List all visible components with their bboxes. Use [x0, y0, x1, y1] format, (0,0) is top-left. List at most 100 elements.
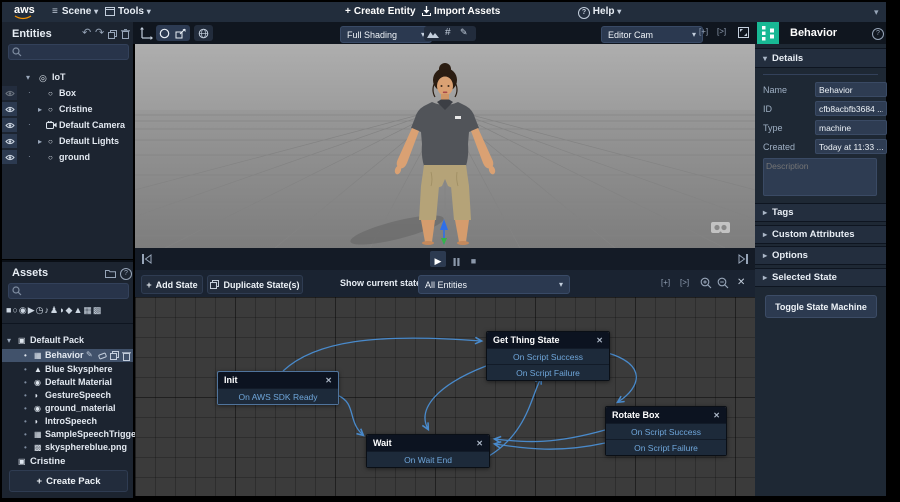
- frame-selection-icon[interactable]: [+]: [699, 27, 708, 36]
- asset-row[interactable]: • ▲ Blue Skysphere: [2, 363, 133, 376]
- state-node-wait[interactable]: Wait ✕ On Wait End: [366, 434, 490, 468]
- skysphere-toggle-icon[interactable]: [427, 30, 439, 38]
- visibility-eye-toggle[interactable]: [2, 134, 17, 148]
- close-statemachine-icon[interactable]: ✕: [737, 277, 745, 288]
- transition-label[interactable]: On Script Failure: [606, 439, 726, 455]
- scale-tool-icon[interactable]: [175, 28, 186, 39]
- filter-material-icon[interactable]: ◉: [19, 305, 28, 315]
- entity-row-box[interactable]: · ○ Box: [2, 86, 133, 101]
- filter-script-icon[interactable]: ▶: [28, 305, 36, 315]
- redo-icon[interactable]: ↷: [95, 28, 104, 39]
- transition-label[interactable]: On AWS SDK Ready: [218, 388, 338, 404]
- undo-icon[interactable]: ↶: [82, 28, 91, 39]
- filter-texture-icon[interactable]: ▩: [93, 305, 103, 315]
- tools-menu[interactable]: Tools ▾: [105, 6, 151, 17]
- edit-pencil-icon[interactable]: ✎: [86, 350, 93, 359]
- assets-search-input[interactable]: [25, 284, 130, 300]
- entity-row-cristine[interactable]: ▸ ○ Cristine: [2, 102, 133, 117]
- duplicate-icon[interactable]: [108, 30, 117, 39]
- options-section-header[interactable]: ▸ Options: [755, 246, 886, 265]
- created-field[interactable]: [815, 139, 887, 154]
- duplicate-states-button[interactable]: Duplicate State(s): [207, 275, 303, 294]
- world-space-toggle[interactable]: [194, 25, 213, 41]
- eraser-icon[interactable]: [98, 352, 107, 360]
- asset-row[interactable]: • ◗ GestureSpeech: [2, 389, 133, 402]
- dock-right-icon[interactable]: [737, 253, 749, 265]
- filter-skysphere-icon[interactable]: ▲: [73, 305, 83, 315]
- filter-statemachine-icon[interactable]: ▦: [83, 305, 93, 315]
- zoom-in-icon[interactable]: [700, 277, 712, 289]
- create-entity-button[interactable]: + Create Entity: [345, 6, 416, 17]
- id-field[interactable]: [815, 101, 887, 116]
- state-node-rotate-box[interactable]: Rotate Box ✕ On Script Success On Script …: [605, 406, 727, 456]
- asset-row[interactable]: • ◉ Default Material: [2, 376, 133, 389]
- topbar-right-caret[interactable]: ▾: [874, 7, 879, 18]
- posteffects-toggle-icon[interactable]: ✎: [460, 27, 468, 38]
- custom-attributes-section-header[interactable]: ▸ Custom Attributes: [755, 225, 886, 244]
- asset-row[interactable]: • ▩ skysphereblue.png: [2, 441, 133, 454]
- filter-rig-icon[interactable]: ♟: [50, 305, 59, 315]
- fullscreen-icon[interactable]: [737, 26, 750, 39]
- description-field[interactable]: [763, 158, 877, 196]
- duplicate-icon[interactable]: [110, 351, 119, 360]
- expand-caret-icon[interactable]: ▸: [38, 137, 42, 146]
- expand-caret-icon[interactable]: ▾: [26, 73, 30, 82]
- asset-row[interactable]: • ◉ ground_material: [2, 402, 133, 415]
- folder-icon[interactable]: [105, 269, 116, 278]
- transition-label[interactable]: On Script Failure: [487, 364, 609, 380]
- stop-button[interactable]: ■: [466, 251, 481, 267]
- asset-pack-row-cristine[interactable]: ▣ Cristine: [2, 455, 133, 468]
- entity-row-iot[interactable]: ▾ ◎ IoT: [2, 70, 133, 85]
- frame-all-icon[interactable]: [+]: [661, 278, 670, 287]
- frame-selected-icon[interactable]: [>]: [680, 278, 689, 287]
- tags-section-header[interactable]: ▸ Tags: [755, 203, 886, 222]
- transition-label[interactable]: On Wait End: [367, 451, 489, 467]
- camera-dropdown[interactable]: Editor Cam ▾: [601, 26, 703, 43]
- entity-row-ground[interactable]: · ○ ground: [2, 150, 133, 165]
- toggle-state-machine-button[interactable]: Toggle State Machine: [765, 295, 877, 318]
- help-menu[interactable]: ? Help ▾: [578, 6, 621, 19]
- filter-animation-icon[interactable]: ◷: [36, 305, 45, 315]
- dock-left-icon[interactable]: [141, 253, 153, 265]
- frame-next-icon[interactable]: [>]: [717, 27, 726, 36]
- close-icon[interactable]: ✕: [713, 411, 720, 420]
- entity-row-default-camera[interactable]: · Default Camera: [2, 118, 133, 133]
- details-section-header[interactable]: ▾ Details: [755, 48, 886, 68]
- translate-tool-icon[interactable]: [140, 27, 153, 40]
- inspector-help-icon[interactable]: ?: [872, 28, 884, 40]
- visibility-eye-toggle[interactable]: [2, 118, 17, 132]
- state-machine-canvas[interactable]: Init ✕ On AWS SDK Ready Get Thing State ✕ …: [135, 297, 755, 496]
- selected-state-section-header[interactable]: ▸ Selected State: [755, 268, 886, 287]
- scene-menu[interactable]: ≡ Scene ▾: [52, 6, 98, 17]
- visibility-eye-toggle[interactable]: [2, 150, 17, 164]
- visibility-eye-toggle[interactable]: [2, 102, 17, 116]
- play-button[interactable]: ▶: [430, 251, 446, 267]
- create-pack-button[interactable]: + Create Pack: [9, 470, 128, 492]
- asset-row[interactable]: • ▦ SampleSpeechTrigger: [2, 428, 140, 441]
- zoom-out-icon[interactable]: [717, 277, 729, 289]
- state-node-init[interactable]: Init ✕ On AWS SDK Ready: [217, 371, 339, 405]
- assets-help-icon[interactable]: ?: [120, 268, 132, 280]
- asset-pack-row-default[interactable]: ▾ ▣ Default Pack: [2, 334, 133, 347]
- close-icon[interactable]: ✕: [325, 376, 332, 385]
- entities-search-input[interactable]: [25, 45, 130, 61]
- viewport-3d[interactable]: [135, 44, 755, 248]
- asset-row-behavior[interactable]: • ▦ Behavior ✎: [2, 349, 133, 362]
- name-field[interactable]: [815, 82, 887, 97]
- add-state-button[interactable]: + Add State: [141, 275, 203, 294]
- expand-caret-icon[interactable]: ▸: [38, 105, 42, 114]
- close-icon[interactable]: ✕: [476, 439, 483, 448]
- grid-toggle-icon[interactable]: #: [445, 27, 451, 38]
- import-assets-button[interactable]: Import Assets: [422, 6, 500, 17]
- shading-mode-dropdown[interactable]: Full Shading ▾: [340, 26, 432, 43]
- expand-caret-icon[interactable]: ▾: [7, 336, 11, 345]
- transition-label[interactable]: On Script Success: [487, 348, 609, 364]
- state-node-get-thing-state[interactable]: Get Thing State ✕ On Script Success On Sc…: [486, 331, 610, 381]
- trash-icon[interactable]: [122, 351, 131, 361]
- asset-row[interactable]: • ◗ IntroSpeech: [2, 415, 133, 428]
- rotate-tool-icon[interactable]: [159, 28, 170, 39]
- pause-button[interactable]: [449, 251, 464, 267]
- state-entity-filter-dropdown[interactable]: All Entities ▾: [418, 275, 570, 294]
- transition-label[interactable]: On Script Success: [606, 423, 726, 439]
- type-field[interactable]: [815, 120, 887, 135]
